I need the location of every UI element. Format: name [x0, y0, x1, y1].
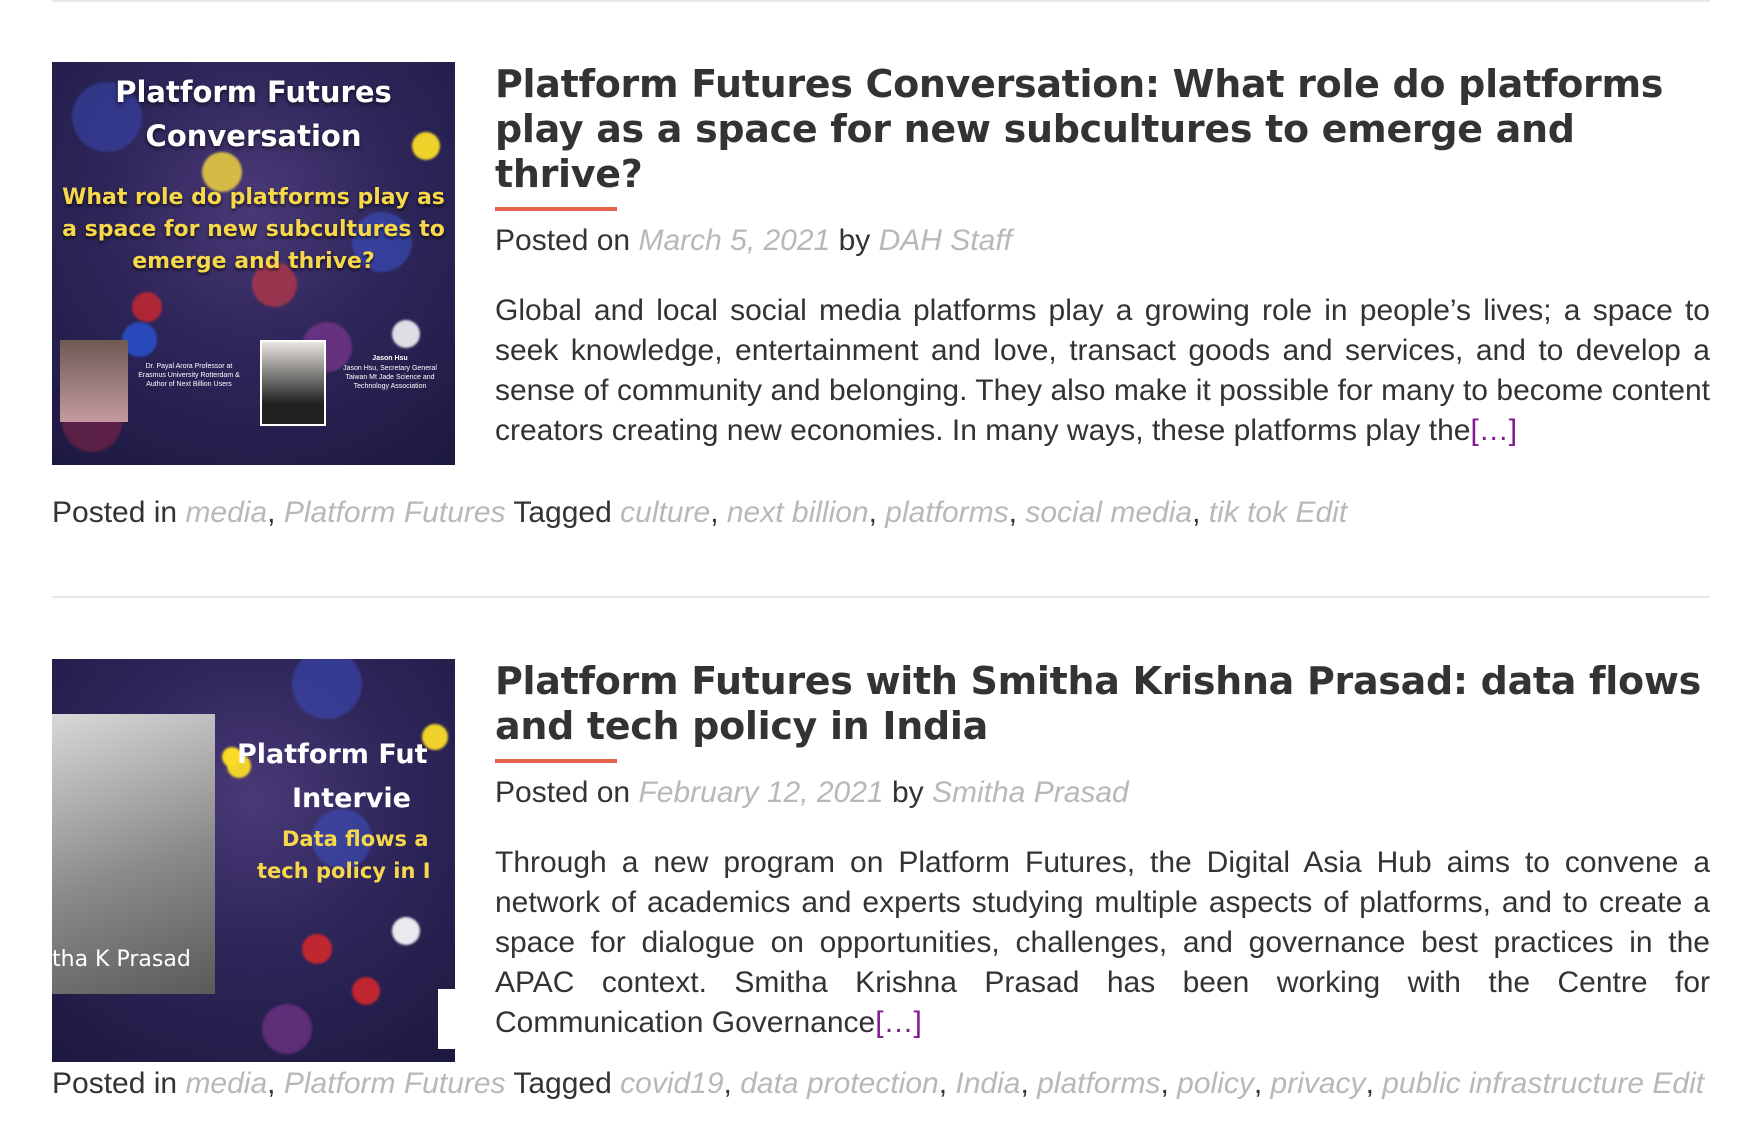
- category-link[interactable]: Platform Futures: [284, 496, 506, 529]
- thumbnail-caption: Dr. Payal Arora Professor at Erasmus Uni…: [138, 363, 240, 388]
- read-more-link[interactable]: […]: [875, 1006, 922, 1039]
- post-footer: Posted in media, Platform Futures Tagged…: [52, 496, 1348, 529]
- post-excerpt: Global and local social media platforms …: [495, 291, 1710, 451]
- avatar: [260, 340, 326, 426]
- read-more-link[interactable]: […]: [1470, 414, 1517, 447]
- post-article: tha K Prasad Platform Fut Intervie Data …: [52, 659, 1710, 1129]
- excerpt-text: Global and local social media platforms …: [495, 294, 1710, 447]
- tagged-label: Tagged: [513, 496, 612, 529]
- posted-in-label: Posted in: [52, 496, 178, 529]
- author-link[interactable]: Smitha Prasad: [932, 776, 1129, 809]
- post-date-link[interactable]: February 12, 2021: [638, 776, 883, 809]
- tag-link[interactable]: privacy: [1271, 1067, 1366, 1100]
- by-label: by: [891, 776, 924, 809]
- edit-link[interactable]: Edit: [1652, 1067, 1704, 1100]
- tag-link[interactable]: public infrastructure: [1382, 1067, 1644, 1100]
- category-link[interactable]: media: [185, 496, 267, 529]
- post-meta: Posted on February 12, 2021 by Smitha Pr…: [495, 775, 1710, 811]
- tag-link[interactable]: policy: [1177, 1067, 1254, 1100]
- excerpt-text: Through a new program on Platform Future…: [495, 846, 1710, 1039]
- title-underline: [495, 207, 617, 211]
- post-divider: [52, 596, 1710, 598]
- category-link[interactable]: Platform Futures: [284, 1067, 506, 1100]
- tag-link[interactable]: data protection: [740, 1067, 938, 1100]
- tag-link[interactable]: social media: [1025, 496, 1192, 529]
- title-underline: [495, 759, 617, 763]
- top-divider: [52, 0, 1710, 2]
- tag-link[interactable]: India: [955, 1067, 1020, 1100]
- post-article: Platform Futures Conversation What role …: [52, 62, 1710, 529]
- thumbnail-name-caption: tha K Prasad: [52, 947, 191, 972]
- posted-in-label: Posted in: [52, 1067, 178, 1100]
- tag-link[interactable]: next billion: [727, 496, 869, 529]
- thumbnail-title: Intervie: [292, 783, 411, 814]
- thumbnail-caption: Jason Hsu, Secretary General Taiwan Mt J…: [343, 365, 437, 390]
- post-thumbnail[interactable]: Platform Futures Conversation What role …: [52, 62, 455, 465]
- thumbnail-subtitle: Data flows a: [282, 827, 429, 851]
- tag-link[interactable]: platforms: [885, 496, 1008, 529]
- thumbnail-subtitle: What role do platforms play as a space f…: [62, 185, 445, 274]
- posted-on-label: Posted on: [495, 776, 631, 809]
- tag-link[interactable]: covid19: [620, 1067, 723, 1100]
- post-thumbnail[interactable]: tha K Prasad Platform Fut Intervie Data …: [52, 659, 455, 1062]
- tag-link[interactable]: tik tok: [1209, 496, 1287, 529]
- post-date-link[interactable]: March 5, 2021: [638, 224, 830, 257]
- tag-link[interactable]: platforms: [1037, 1067, 1160, 1100]
- posted-on-label: Posted on: [495, 224, 631, 257]
- post-meta: Posted on March 5, 2021 by DAH Staff: [495, 223, 1710, 259]
- avatar: [60, 340, 128, 422]
- post-footer: Posted in media, Platform Futures Tagged…: [52, 1067, 1705, 1100]
- thumbnail-title: Platform Fut: [237, 739, 428, 770]
- post-title[interactable]: Platform Futures with Smitha Krishna Pra…: [495, 659, 1710, 749]
- post-content: Platform Futures Conversation: What role…: [495, 62, 1710, 451]
- post-excerpt: Through a new program on Platform Future…: [495, 843, 1710, 1043]
- category-link[interactable]: media: [185, 1067, 267, 1100]
- post-title[interactable]: Platform Futures Conversation: What role…: [495, 62, 1710, 197]
- thumbnail-subtitle: tech policy in I: [257, 859, 431, 883]
- by-label: by: [838, 224, 871, 257]
- post-content: Platform Futures with Smitha Krishna Pra…: [495, 659, 1710, 1043]
- thumbnail-title: Platform Futures Conversation: [115, 75, 392, 153]
- thumbnail-name: Jason Hsu: [372, 355, 408, 362]
- tag-link[interactable]: culture: [620, 496, 710, 529]
- author-link[interactable]: DAH Staff: [879, 224, 1012, 257]
- tagged-label: Tagged: [513, 1067, 612, 1100]
- logo-icon: [438, 989, 455, 1049]
- edit-link[interactable]: Edit: [1295, 496, 1347, 529]
